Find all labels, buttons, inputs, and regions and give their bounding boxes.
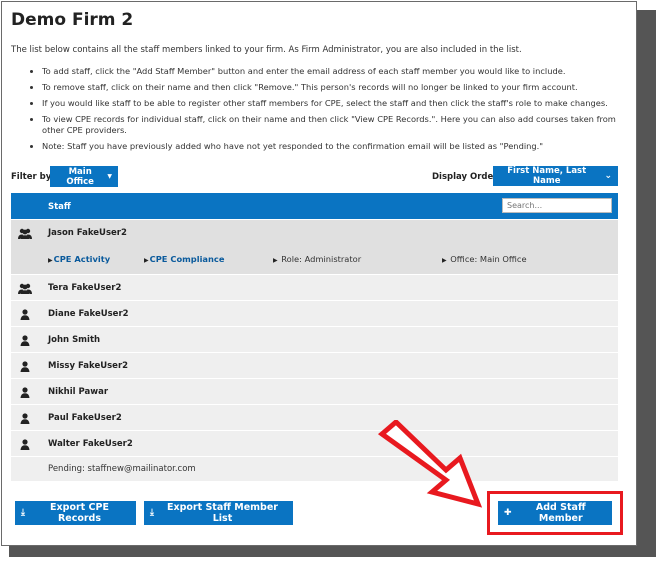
table-row[interactable]: Missy FakeUser2 bbox=[11, 353, 618, 379]
user-icon bbox=[20, 309, 30, 320]
display-order-label: Display Order: bbox=[432, 172, 501, 182]
staff-name[interactable]: Paul FakeUser2 bbox=[48, 413, 122, 423]
staff-name[interactable]: Missy FakeUser2 bbox=[48, 361, 128, 371]
table-row[interactable]: Jason FakeUser2 ▶CPE Activity ▶CPE Compl… bbox=[11, 220, 618, 275]
filter-value: Main Office bbox=[66, 166, 94, 187]
download-icon: ⤓ bbox=[21, 508, 25, 518]
group-icon bbox=[18, 283, 32, 294]
plus-icon: ✚ bbox=[504, 508, 512, 518]
add-staff-member-button[interactable]: ✚ Add Staff Member bbox=[498, 501, 612, 525]
pending-email: Pending: staffnew@mailinator.com bbox=[48, 464, 196, 474]
caret-right-icon: ▶ bbox=[442, 257, 447, 264]
display-order-select[interactable]: First Name, Last Name ⌄ bbox=[493, 166, 618, 186]
page-title: Demo Firm 2 bbox=[11, 10, 134, 30]
filter-label: Filter by: bbox=[11, 172, 55, 182]
cpe-compliance-link[interactable]: ▶CPE Compliance bbox=[144, 254, 224, 264]
user-icon bbox=[20, 439, 30, 450]
pending-row[interactable]: Pending: staffnew@mailinator.com bbox=[11, 457, 618, 481]
cpe-activity-link[interactable]: ▶CPE Activity bbox=[48, 254, 110, 264]
export-staff-list-button[interactable]: ⤓ Export Staff Member List bbox=[144, 501, 293, 525]
firm-panel: Demo Firm 2 The list below contains all … bbox=[1, 1, 637, 546]
role-toggle[interactable]: ▶ Role: Administrator bbox=[273, 254, 361, 264]
intro-text: The list below contains all the staff me… bbox=[11, 45, 522, 55]
staff-name[interactable]: Nikhil Pawar bbox=[48, 387, 108, 397]
user-icon bbox=[20, 361, 30, 372]
staff-name[interactable]: Tera FakeUser2 bbox=[48, 283, 121, 293]
instruction-item: Note: Staff you have previously added wh… bbox=[42, 141, 632, 152]
table-row[interactable]: Diane FakeUser2 bbox=[11, 301, 618, 327]
staff-name[interactable]: Jason FakeUser2 bbox=[48, 228, 127, 238]
office-toggle[interactable]: ▶ Office: Main Office bbox=[442, 254, 527, 264]
user-icon bbox=[20, 413, 30, 424]
instruction-item: If you would like staff to be able to re… bbox=[42, 98, 632, 109]
table-row[interactable]: Nikhil Pawar bbox=[11, 379, 618, 405]
table-row[interactable]: Tera FakeUser2 bbox=[11, 275, 618, 301]
instruction-item: To remove staff, click on their name and… bbox=[42, 82, 632, 93]
table-row[interactable]: Paul FakeUser2 bbox=[11, 405, 618, 431]
instruction-item: To add staff, click the "Add Staff Membe… bbox=[42, 66, 632, 77]
staff-name[interactable]: Diane FakeUser2 bbox=[48, 309, 129, 319]
group-icon bbox=[18, 228, 32, 239]
export-cpe-records-button[interactable]: ⤓ Export CPE Records bbox=[15, 501, 136, 525]
table-row[interactable]: John Smith bbox=[11, 327, 618, 353]
staff-column-header: Staff bbox=[48, 202, 71, 212]
download-icon: ⤓ bbox=[150, 508, 154, 518]
caret-right-icon: ▶ bbox=[144, 257, 149, 264]
table-row[interactable]: Walter FakeUser2 bbox=[11, 431, 618, 457]
instructions-list: To add staff, click the "Add Staff Membe… bbox=[24, 66, 632, 157]
filter-dropdown[interactable]: Main Office ▼ bbox=[50, 166, 118, 187]
staff-search-input[interactable] bbox=[502, 198, 612, 213]
staff-table-header: Staff bbox=[11, 193, 618, 219]
user-icon bbox=[20, 387, 30, 398]
caret-right-icon: ▶ bbox=[48, 257, 53, 264]
caret-right-icon: ▶ bbox=[273, 257, 278, 264]
chevron-down-icon: ⌄ bbox=[604, 171, 612, 181]
instruction-item: To view CPE records for individual staff… bbox=[42, 114, 632, 136]
staff-name[interactable]: Walter FakeUser2 bbox=[48, 439, 133, 449]
caret-down-icon: ▼ bbox=[107, 173, 112, 180]
display-order-value: First Name, Last Name bbox=[507, 166, 587, 186]
staff-name[interactable]: John Smith bbox=[48, 335, 100, 345]
annotation-arrow-icon bbox=[377, 420, 483, 508]
user-icon bbox=[20, 335, 30, 346]
